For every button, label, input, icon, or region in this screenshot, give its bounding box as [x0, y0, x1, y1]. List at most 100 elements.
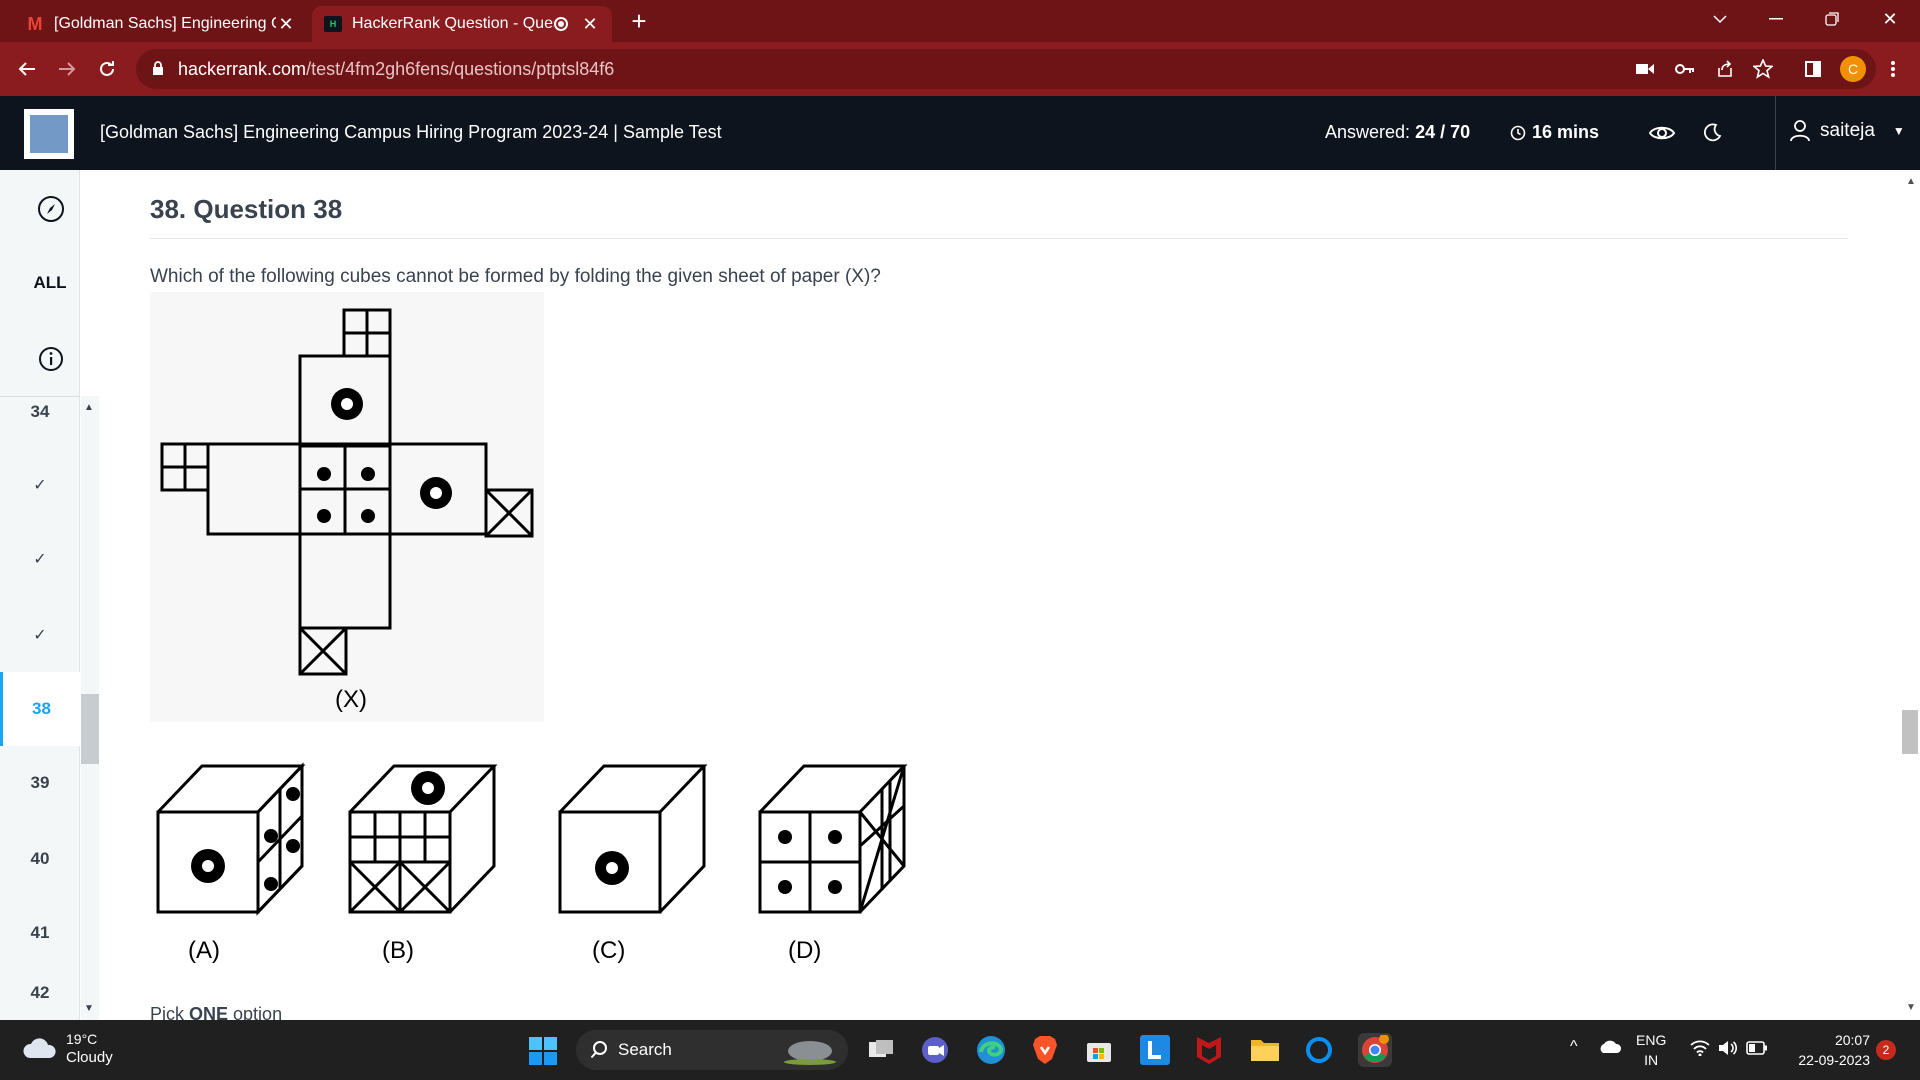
battery-icon[interactable]: [1746, 1041, 1768, 1058]
chrome-browser-icon[interactable]: [1358, 1033, 1392, 1067]
scroll-down-icon[interactable]: ▼: [1906, 1002, 1916, 1013]
microsoft-store-icon[interactable]: [1082, 1033, 1116, 1067]
tab-title: HackerRank Question - Ques: [352, 15, 554, 32]
checkmark-icon: ✓: [33, 551, 47, 568]
test-header: [Goldman Sachs] Engineering Campus Hirin…: [0, 96, 1920, 170]
search-icon: [590, 1041, 607, 1059]
figure-x-label: (X): [335, 686, 367, 713]
company-logo: [24, 109, 74, 159]
close-window-icon[interactable]: ✕: [1862, 0, 1918, 38]
dark-mode-moon-icon[interactable]: [1697, 118, 1727, 148]
sidebar-scroll-down-icon[interactable]: ▼: [84, 1003, 94, 1014]
answer-options-figure: (A) (B) (C) (D): [150, 756, 926, 970]
file-explorer-icon[interactable]: [1248, 1033, 1282, 1067]
bookmark-star-icon[interactable]: [1750, 56, 1776, 82]
cube-c-drawing: [558, 764, 708, 914]
profile-avatar[interactable]: C: [1840, 56, 1866, 82]
lock-icon: [153, 61, 163, 75]
question-item-answered[interactable]: ✓: [0, 598, 80, 672]
browser-tab-strip: M [Goldman Sachs] Engineering Ca ✕ H Hac…: [0, 0, 1920, 42]
browser-menu-icon[interactable]: [1880, 56, 1906, 82]
taskbar-search-box[interactable]: Search: [576, 1030, 848, 1070]
sidebar-scrollbar[interactable]: [81, 396, 99, 1020]
tab-goldman-gmail[interactable]: M [Goldman Sachs] Engineering Ca ✕: [16, 6, 306, 42]
password-key-icon[interactable]: [1672, 56, 1698, 82]
share-icon[interactable]: [1712, 56, 1738, 82]
url-text: hackerrank.com/test/4fm2gh6fens/question…: [178, 59, 615, 79]
question-item-38[interactable]: 38: [0, 672, 80, 746]
recording-icon: [554, 17, 568, 31]
option-a-label: (A): [188, 937, 220, 964]
question-item-answered[interactable]: ✓: [0, 448, 80, 522]
question-item-39[interactable]: 39: [0, 746, 80, 820]
option-b-label: (B): [382, 937, 414, 964]
search-label: Search: [618, 1040, 672, 1059]
language-code: ENG: [1636, 1032, 1667, 1048]
cortana-ring-icon[interactable]: [1302, 1033, 1336, 1067]
side-panel-icon[interactable]: [1800, 56, 1826, 82]
brave-browser-icon[interactable]: [1028, 1033, 1062, 1067]
address-bar[interactable]: hackerrank.com/test/4fm2gh6fens/question…: [136, 49, 1876, 89]
sidebar-scroll-thumb[interactable]: [81, 694, 99, 764]
title-divider: [150, 238, 1848, 239]
wifi-icon[interactable]: [1690, 1040, 1710, 1059]
mcafee-icon[interactable]: [1192, 1033, 1226, 1067]
chevron-down-icon: ▼: [1892, 124, 1905, 138]
header-divider: [1775, 96, 1776, 170]
l-app-icon[interactable]: [1138, 1033, 1172, 1067]
cloud-icon: [23, 1038, 56, 1058]
tab-hackerrank[interactable]: H HackerRank Question - Ques ✕: [312, 6, 612, 42]
edge-browser-icon[interactable]: [974, 1033, 1008, 1067]
close-tab-icon[interactable]: ✕: [276, 14, 296, 35]
scroll-up-icon[interactable]: ▲: [1906, 176, 1916, 187]
user-icon: [1790, 120, 1810, 142]
language-indicator[interactable]: ENG IN: [1636, 1030, 1666, 1070]
address-toolbar: hackerrank.com/test/4fm2gh6fens/question…: [0, 42, 1920, 96]
sidebar-scroll-up-icon[interactable]: ▲: [84, 402, 94, 413]
restore-icon[interactable]: [1804, 0, 1860, 38]
user-menu[interactable]: saiteja ▼: [1790, 120, 1905, 142]
username: saiteja: [1820, 120, 1875, 141]
system-clock[interactable]: 20:07 22-09-2023: [1780, 1030, 1870, 1070]
close-tab-icon[interactable]: ✕: [580, 14, 600, 35]
tab-title: [Goldman Sachs] Engineering Ca: [54, 15, 276, 32]
question-navigator: ALL 34 ✓ ✓ ✓ 38 39 40 41 42: [0, 170, 80, 1020]
new-tab-button[interactable]: +: [624, 6, 654, 36]
teams-chat-icon[interactable]: [918, 1033, 952, 1067]
show-hidden-icons-chevron-icon[interactable]: ^: [1570, 1038, 1578, 1056]
question-title: 38. Question 38: [150, 194, 343, 224]
all-questions-tab[interactable]: ALL: [0, 273, 100, 293]
weather-temperature: 19°C: [66, 1031, 98, 1047]
timer: 16 mins: [1510, 122, 1599, 143]
clock-icon: [1510, 125, 1526, 140]
volume-icon[interactable]: [1718, 1040, 1738, 1059]
weather-widget[interactable]: 19°C Cloudy: [22, 1030, 113, 1066]
minimize-icon[interactable]: [1748, 0, 1804, 38]
question-item-34[interactable]: 34: [0, 396, 80, 436]
task-view-icon[interactable]: [864, 1033, 898, 1067]
weather-condition: Cloudy: [66, 1049, 113, 1066]
test-title: [Goldman Sachs] Engineering Campus Hirin…: [100, 122, 722, 142]
option-d-label: (D): [788, 937, 821, 964]
camera-in-use-icon[interactable]: [1632, 56, 1658, 82]
compass-icon[interactable]: [36, 194, 66, 224]
back-icon[interactable]: [12, 54, 42, 84]
notification-badge[interactable]: 2: [1876, 1040, 1896, 1060]
main-scrollbar[interactable]: ▲ ▼: [1900, 170, 1920, 1020]
hackerrank-favicon-icon: H: [324, 16, 342, 32]
question-item-40[interactable]: 40: [0, 822, 80, 896]
windows-start-icon[interactable]: [528, 1036, 558, 1066]
forward-icon[interactable]: [52, 54, 82, 84]
question-item-41[interactable]: 41: [0, 896, 80, 970]
eye-icon[interactable]: [1647, 118, 1677, 148]
onedrive-cloud-icon[interactable]: [1598, 1038, 1622, 1057]
main-scroll-thumb[interactable]: [1902, 710, 1918, 754]
net-diagram: (X): [160, 308, 534, 713]
question-item-answered[interactable]: ✓: [0, 522, 80, 596]
question-item-42[interactable]: 42: [0, 966, 80, 1020]
tab-search-icon[interactable]: [1692, 0, 1748, 38]
info-icon[interactable]: [36, 344, 66, 374]
reload-icon[interactable]: [92, 54, 122, 84]
question-panel: 38. Question 38 Which of the following c…: [100, 170, 1900, 1024]
gmail-icon: M: [27, 13, 43, 34]
